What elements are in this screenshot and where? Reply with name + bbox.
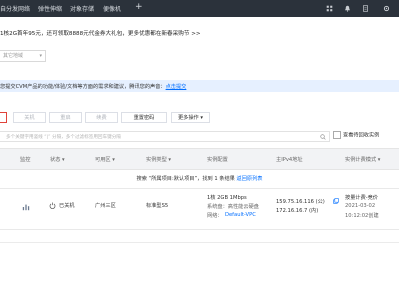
column-zone[interactable]: 可用区 ▾ — [95, 156, 115, 163]
checkbox[interactable] — [333, 131, 341, 139]
column-type-label: 实例类型 — [146, 157, 167, 163]
renew-button[interactable]: 续费 — [85, 112, 118, 123]
more-actions-label: 更多操作 — [177, 115, 199, 121]
chevron-down-icon: ▾ — [200, 115, 204, 121]
settings-icon[interactable] — [383, 5, 390, 12]
column-zone-label: 可用区 — [95, 157, 111, 163]
column-status-label: 状态 — [50, 157, 61, 163]
more-actions-button[interactable]: 更多操作 ▾ — [171, 112, 210, 123]
instance-config-spec: 1核 2GB 1Mbps — [207, 195, 247, 201]
filter-result-text: 搜索 “所属项目:默认项目”，找到 1 条结果 — [136, 176, 235, 182]
region-select[interactable]: 其它地域 ▾ — [0, 50, 46, 62]
power-icon — [49, 202, 56, 209]
chevron-down-icon: ▾ — [39, 53, 42, 59]
column-monitor: 监控 — [20, 157, 31, 163]
column-ipv4: 主IPv4地址 — [276, 157, 303, 163]
column-billing-label: 实例计费模式 — [345, 157, 377, 163]
instance-network-link[interactable]: Default-VPC — [225, 212, 256, 218]
add-tab-button[interactable]: + — [135, 2, 143, 12]
instance-network-label: 网络： — [207, 213, 223, 219]
instance-public-ip: 159.75.16.116 (公) — [276, 199, 325, 205]
notice-text: 您提交CVM产品的功能/体验/文档等方面的需求和建议，腾讯您的声音：点击提交 — [0, 83, 186, 90]
column-type[interactable]: 实例类型 ▾ — [146, 156, 171, 163]
show-recycle-checkbox[interactable]: 查看待回收实例 — [333, 131, 379, 139]
checkbox-label: 查看待回收实例 — [343, 132, 380, 139]
notice-submit-link[interactable]: 点击提交 — [166, 84, 187, 90]
nav-tab-autoscaling[interactable]: 弹性伸缩 — [38, 4, 62, 13]
table-row[interactable]: 已关机 广州三区 标准型S5 1核 2GB 1Mbps 系统盘：高性能云硬盘 网… — [0, 188, 399, 230]
promo-banner[interactable]: 1核2G首年95元，还可领取8888元代金券大礼包，更多优惠都在新春采购节 >> — [0, 17, 399, 47]
bar-chart-icon[interactable] — [22, 203, 30, 211]
instance-type: 标准型S5 — [146, 203, 169, 209]
doc-icon[interactable] — [362, 5, 369, 12]
table-header: 监控 状态 ▾ 可用区 ▾ 实例类型 ▾ 实例配置 主IPv4地址 实例计费模式… — [0, 148, 399, 170]
instance-billing-mode: 按量计费-竞价 — [345, 195, 378, 201]
grid-icon[interactable] — [326, 5, 333, 12]
shutdown-button[interactable]: 关机 — [13, 112, 46, 123]
reset-password-button[interactable]: 重置密码 — [121, 112, 167, 123]
back-to-list-link[interactable]: 返回原列表 — [237, 176, 263, 182]
instance-private-ip: 172.16.16.7 (内) — [276, 208, 319, 214]
filter-result-message: 搜索 “所属项目:默认项目”，找到 1 条结果 返回原列表 — [0, 175, 399, 182]
create-instance-button[interactable] — [0, 112, 7, 123]
notice-message: 您提交CVM产品的功能/体验/文档等方面的需求和建议，腾讯您的声音： — [0, 84, 166, 90]
bell-icon[interactable] — [344, 5, 351, 12]
promo-text[interactable]: 1核2G首年95元，还可领取8888元代金券大礼包，更多优惠都在新春采购节 >> — [0, 29, 201, 37]
nav-tab-image[interactable]: 便像机 — [103, 4, 121, 13]
top-navbar: 自分发网络 弹性伸缩 对象存储 便像机 + — [0, 0, 399, 17]
divider — [0, 242, 399, 243]
instance-zone: 广州三区 — [95, 203, 116, 209]
column-config: 实例配置 — [207, 157, 228, 163]
search-placeholder: 多个关键字用竖线 “|” 分隔，多个过滤标签用回车键分隔 — [6, 135, 121, 140]
column-billing[interactable]: 实例计费模式 ▾ — [345, 156, 380, 163]
restart-button[interactable]: 重启 — [49, 112, 82, 123]
region-select-value: 其它地域 — [3, 53, 24, 59]
feedback-notice: 您提交CVM产品的功能/体验/文档等方面的需求和建议，腾讯您的声音：点击提交 — [0, 80, 399, 92]
instance-system-disk: 系统盘：高性能云硬盘 — [207, 204, 259, 210]
copy-icon[interactable] — [333, 198, 339, 204]
instance-created-time: 10:12:02创建 — [345, 213, 379, 219]
instance-status: 已关机 — [59, 203, 75, 209]
nav-tab-cdn[interactable]: 自分发网络 — [0, 4, 30, 13]
instance-created-date: 2021-03-02 — [345, 203, 376, 209]
search-input[interactable]: 多个关键字用竖线 “|” 分隔，多个过滤标签用回车键分隔 — [0, 131, 330, 142]
search-icon[interactable] — [320, 134, 326, 140]
nav-tab-cos[interactable]: 对象存储 — [70, 4, 94, 13]
column-status[interactable]: 状态 ▾ — [50, 156, 65, 163]
